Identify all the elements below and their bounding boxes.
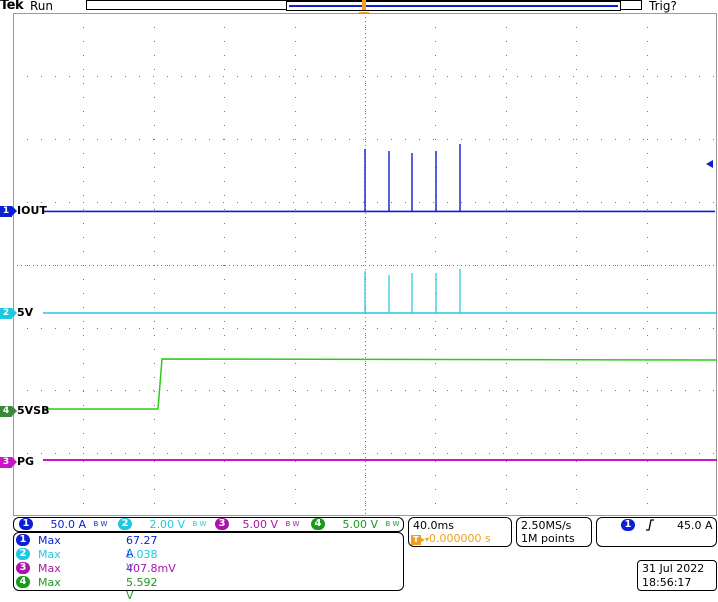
measurement-value: 5.592 V bbox=[126, 576, 158, 602]
record-view-window[interactable] bbox=[286, 1, 621, 11]
graticule[interactable] bbox=[13, 13, 717, 516]
record-length: 1M points bbox=[521, 532, 575, 545]
acquisition-state: Run bbox=[30, 0, 54, 13]
ch2-scale[interactable]: 2 2.00 V B W bbox=[118, 518, 206, 531]
ch4-badge: 4 bbox=[311, 518, 325, 530]
measurement-row[interactable]: 2 Max 2.038 V bbox=[16, 548, 158, 574]
ch3-label: PG bbox=[17, 455, 35, 468]
brand-logo: Tek bbox=[0, 0, 24, 13]
measurement-name: Max bbox=[38, 562, 61, 575]
trigger-position-icon: T bbox=[411, 535, 421, 545]
trigger-status: Trig? bbox=[649, 0, 677, 13]
ch1-trace bbox=[42, 210, 715, 213]
acquisition-readout[interactable]: 2.50MS/s 1M points bbox=[516, 517, 592, 547]
ch1-badge: 1 bbox=[19, 518, 33, 530]
bw-limit-icon: B W bbox=[93, 520, 108, 528]
ch4-scale-value: 5.00 V bbox=[342, 518, 379, 531]
ch1-offscreen-indicator-icon bbox=[706, 160, 713, 168]
time-per-div: 40.0ms bbox=[413, 519, 454, 532]
timebase-readout[interactable]: 40.0ms T ▸▾0.000000 s bbox=[408, 517, 512, 547]
ch4-label: 5VSB bbox=[17, 404, 50, 417]
ch1-badge: 1 bbox=[16, 534, 30, 546]
ch1-label: IOUT bbox=[17, 204, 47, 217]
ch1-ground-marker[interactable]: 1 bbox=[0, 206, 17, 217]
ch2-scale-value: 2.00 V bbox=[149, 518, 186, 531]
bw-limit-icon: B W bbox=[285, 520, 300, 528]
ch4-ground-marker[interactable]: 4 bbox=[0, 406, 17, 417]
ch3-scale-value: 5.00 V bbox=[242, 518, 279, 531]
ch3-badge: 3 bbox=[16, 562, 30, 574]
ch4-scale[interactable]: 4 5.00 V B W bbox=[311, 518, 399, 531]
ch3-ground-marker[interactable]: 3 bbox=[0, 457, 17, 468]
measurement-row[interactable]: 4 Max 5.592 V bbox=[16, 576, 158, 602]
ch3-scale[interactable]: 3 5.00 V B W bbox=[215, 518, 299, 531]
ch2-label: 5V bbox=[17, 306, 34, 319]
ch4-badge: 4 bbox=[16, 576, 30, 588]
ch2-badge: 2 bbox=[16, 548, 30, 560]
time: 18:56:17 bbox=[642, 576, 692, 589]
ch3-badge: 3 bbox=[215, 518, 229, 530]
bw-limit-icon: B W bbox=[192, 520, 207, 528]
measurement-value: 407.8mV bbox=[126, 562, 176, 575]
ch1-scale[interactable]: 1 50.0 A B W bbox=[19, 518, 107, 531]
bw-limit-icon: B W bbox=[385, 520, 400, 528]
trigger-source-badge: 1 bbox=[621, 519, 635, 531]
ch1-scale-value: 50.0 A bbox=[50, 518, 87, 531]
ch2-badge: 2 bbox=[118, 518, 132, 530]
date: 31 Jul 2022 bbox=[642, 562, 705, 575]
trigger-readout[interactable]: 1 45.0 A bbox=[596, 517, 717, 547]
sample-rate: 2.50MS/s bbox=[521, 519, 572, 532]
measurement-row[interactable]: 3 Max 407.8mV bbox=[16, 562, 176, 575]
ch2-ground-marker[interactable]: 2 bbox=[0, 308, 17, 319]
measurement-name: Max bbox=[38, 576, 61, 589]
measurement-name: Max bbox=[38, 548, 61, 561]
trigger-level: 45.0 A bbox=[677, 519, 713, 532]
datetime-readout: 31 Jul 2022 18:56:17 bbox=[637, 560, 717, 591]
measurement-row[interactable]: 1 Max 67.27 A bbox=[16, 534, 158, 560]
trigger-delay-value: 0.000000 s bbox=[429, 532, 491, 545]
vertical-scale-readout[interactable]: 1 50.0 A B W 2 2.00 V B W 3 5.00 V B W 4… bbox=[13, 517, 404, 532]
rising-edge-icon bbox=[646, 519, 654, 531]
trigger-delay: T ▸▾0.000000 s bbox=[411, 532, 491, 545]
measurement-panel[interactable]: 1 Max 67.27 A 2 Max 2.038 V 3 Max 407.8m… bbox=[13, 532, 404, 602]
measurement-name: Max bbox=[38, 534, 61, 547]
